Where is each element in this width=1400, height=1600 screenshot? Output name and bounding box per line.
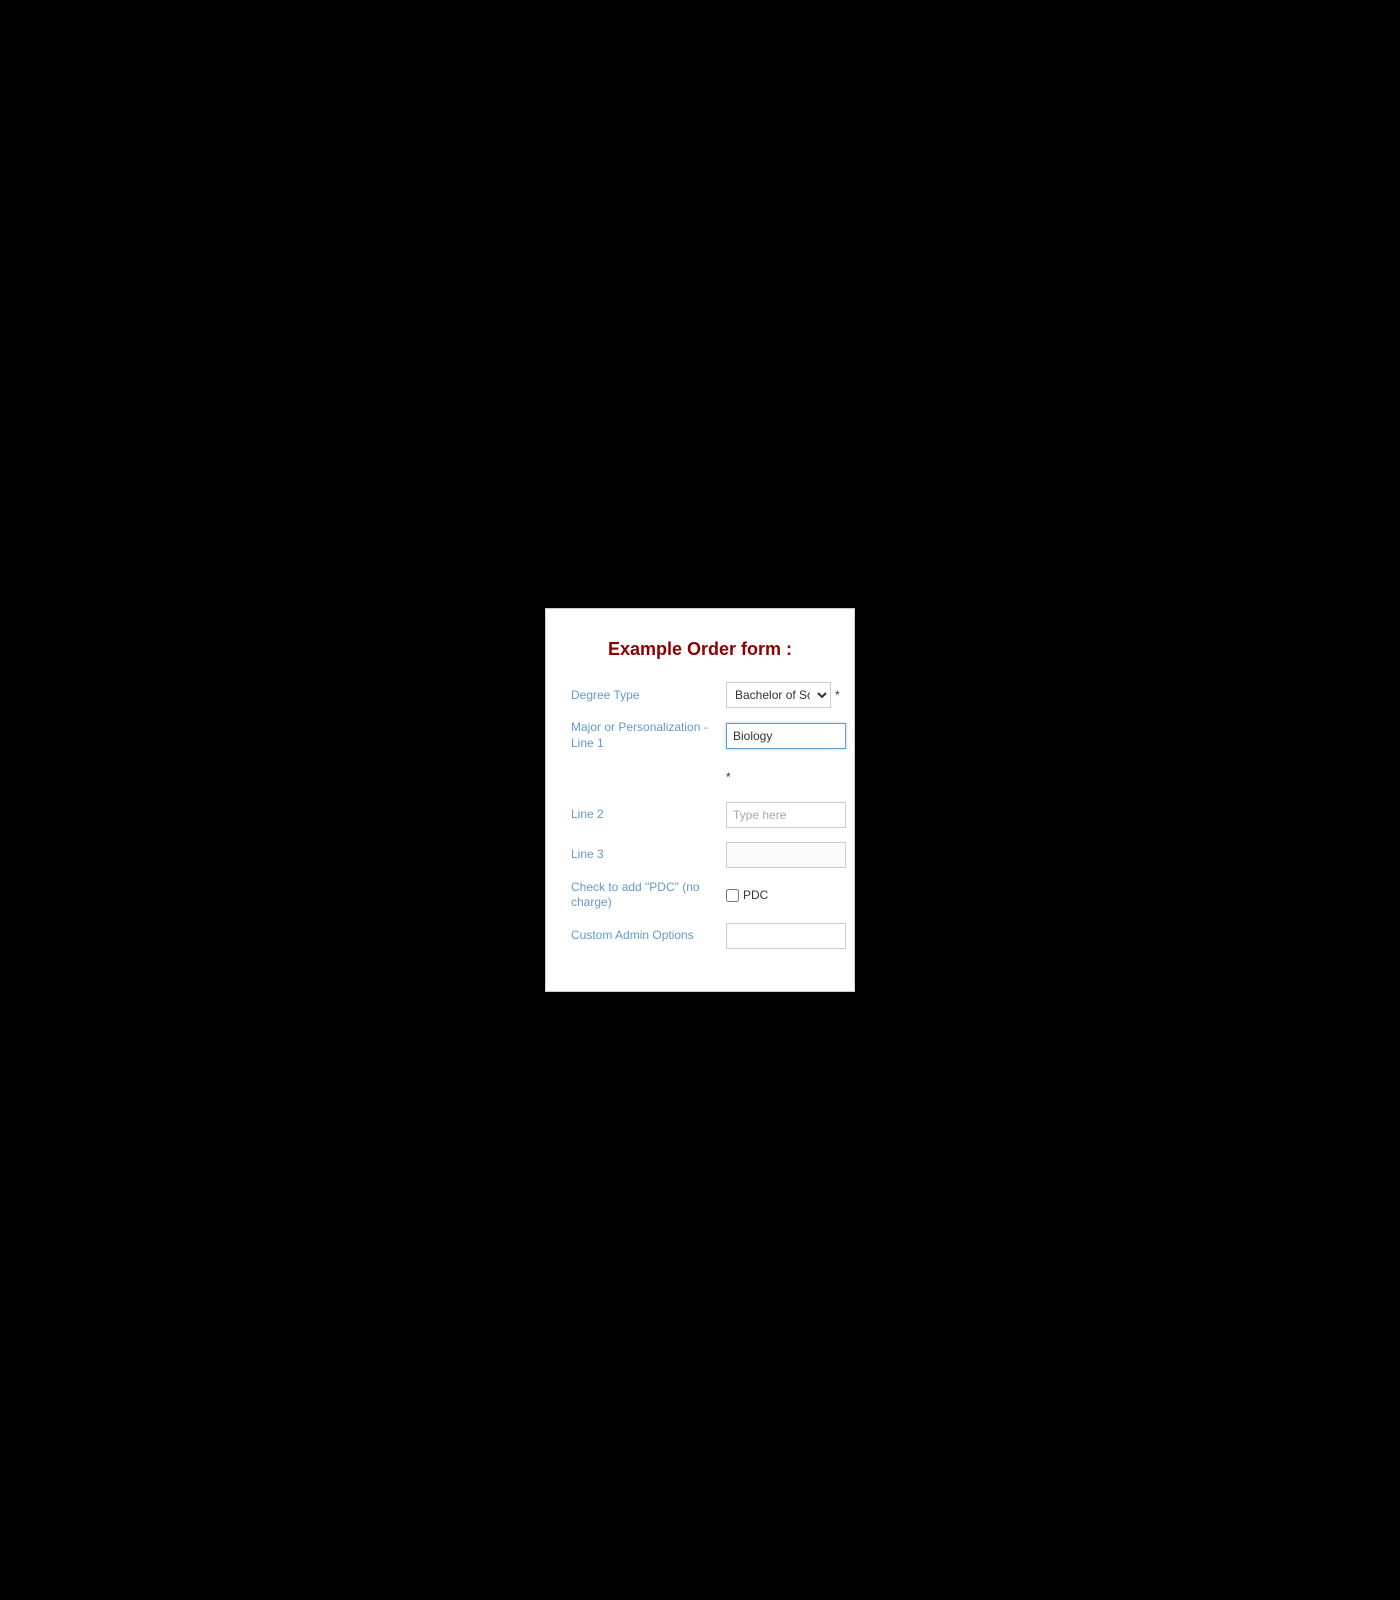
line3-row: Line 3 — [571, 840, 829, 870]
line3-label: Line 3 — [571, 847, 726, 863]
major-required-row: * — [571, 762, 829, 792]
major-line1-label: Major or Personalization - Line 1 — [571, 720, 726, 751]
degree-type-control: Bachelor of Science Bachelor of Arts Mas… — [726, 682, 840, 708]
major-line1-control — [726, 723, 846, 749]
custom-admin-row: Custom Admin Options — [571, 921, 829, 951]
degree-type-required: * — [835, 688, 840, 702]
pdc-checkbox-label: PDC — [743, 888, 768, 902]
line2-row: Line 2 — [571, 800, 829, 830]
custom-admin-control — [726, 923, 846, 949]
pdc-checkbox-wrap: PDC — [726, 888, 768, 902]
pdc-row: Check to add "PDC" (no charge) PDC — [571, 880, 829, 911]
order-form: Example Order form : Degree Type Bachelo… — [545, 608, 855, 991]
pdc-checkbox[interactable] — [726, 889, 739, 902]
custom-admin-label: Custom Admin Options — [571, 928, 726, 944]
major-line1-input[interactable] — [726, 723, 846, 749]
line2-control — [726, 802, 846, 828]
degree-type-row: Degree Type Bachelor of Science Bachelor… — [571, 680, 829, 710]
degree-type-select[interactable]: Bachelor of Science Bachelor of Arts Mas… — [726, 682, 831, 708]
degree-type-label: Degree Type — [571, 688, 726, 704]
line2-label: Line 2 — [571, 807, 726, 823]
form-title: Example Order form : — [571, 639, 829, 660]
custom-admin-input[interactable] — [726, 923, 846, 949]
major-star-wrap: * — [726, 770, 829, 784]
major-line1-row: Major or Personalization - Line 1 — [571, 720, 829, 751]
line3-control — [726, 842, 846, 868]
line2-input[interactable] — [726, 802, 846, 828]
pdc-control: PDC — [726, 888, 829, 902]
major-required-star: * — [726, 770, 731, 784]
line3-input[interactable] — [726, 842, 846, 868]
pdc-label: Check to add "PDC" (no charge) — [571, 880, 726, 911]
